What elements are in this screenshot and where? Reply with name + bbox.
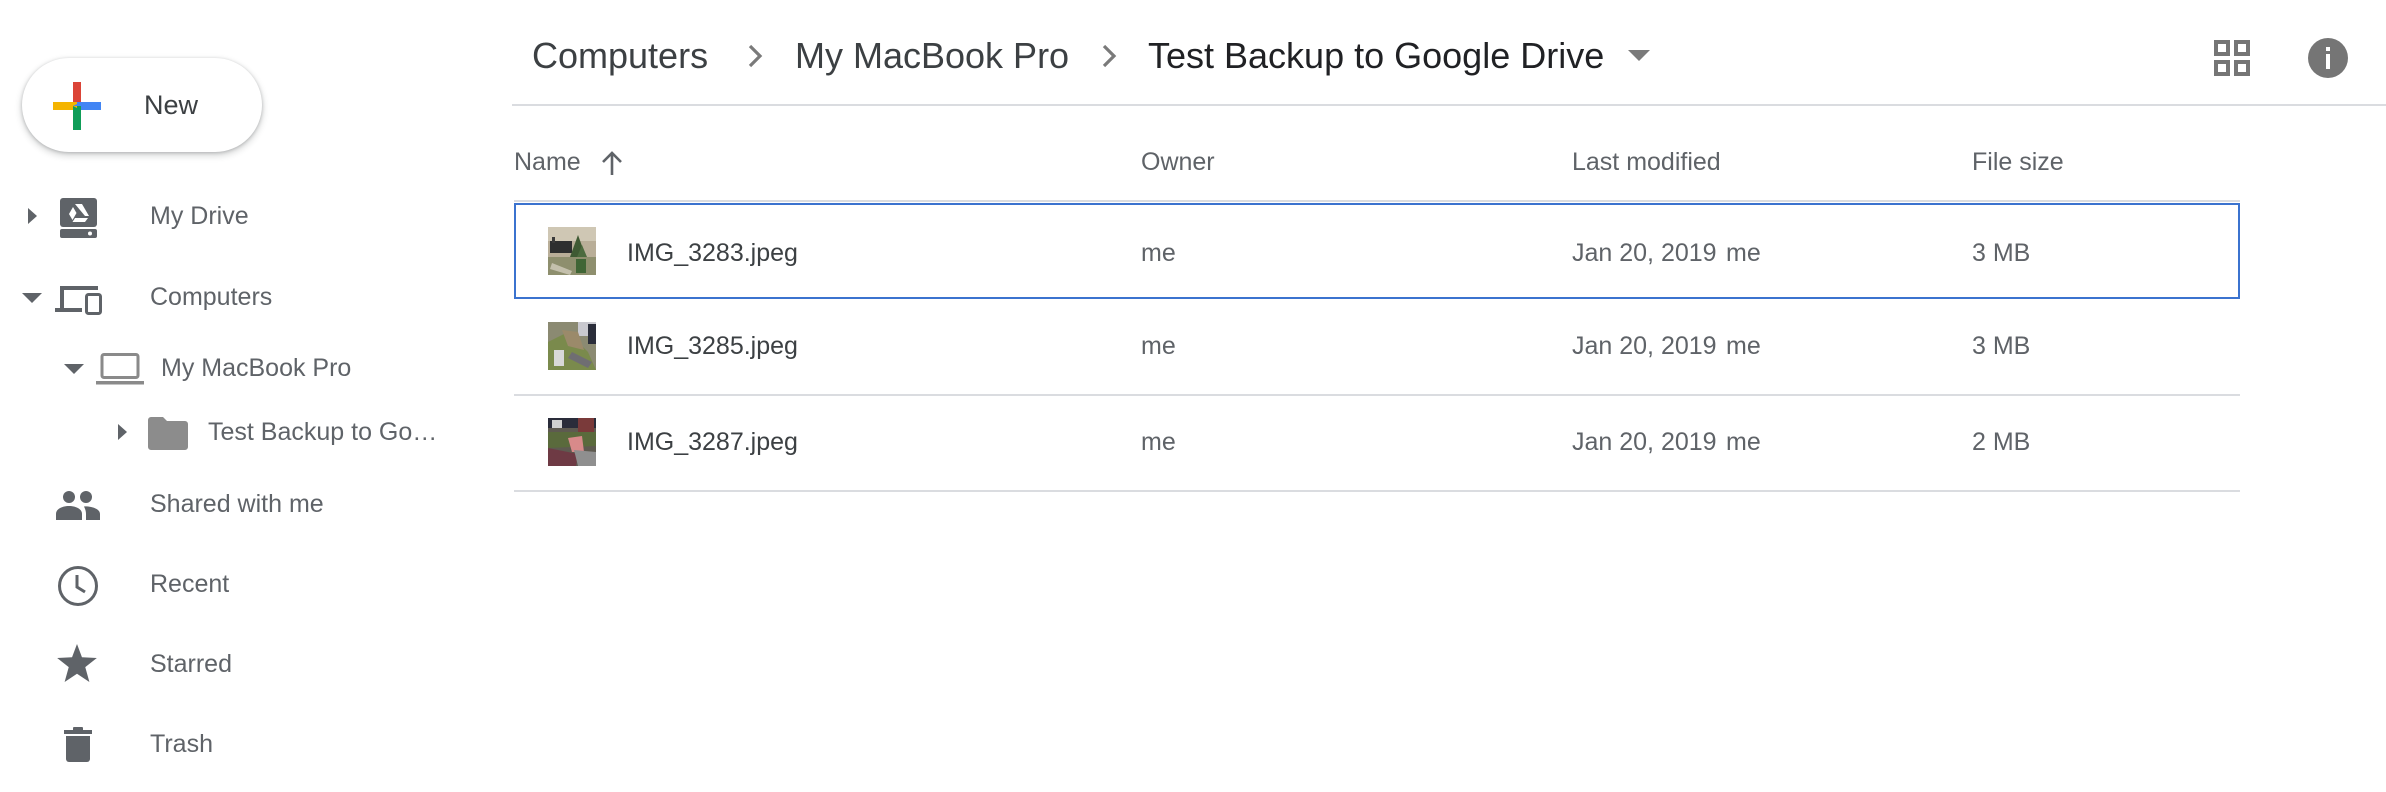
sidebar-item-label: Test Backup to Go… (208, 418, 438, 446)
file-owner: me (1141, 428, 1176, 456)
star-icon (57, 644, 97, 682)
file-owner: me (1141, 332, 1176, 360)
file-name: IMG_3283.jpeg (627, 239, 798, 267)
sidebar-item-label: Shared with me (150, 490, 324, 518)
expand-arrow-icon[interactable] (118, 424, 127, 440)
table-row[interactable]: IMG_3285.jpeg me Jan 20, 2019 me 3 MB (514, 298, 2240, 396)
table-row[interactable]: IMG_3283.jpeg me Jan 20, 2019 me 3 MB (514, 203, 2240, 299)
header-row-divider (514, 200, 2240, 202)
file-modified-date: Jan 20, 2019 (1572, 428, 1717, 456)
file-modified-by: me (1726, 239, 1761, 267)
collapse-arrow-icon[interactable] (22, 293, 42, 303)
breadcrumb-item-my-macbook-pro[interactable]: My MacBook Pro (795, 28, 1069, 84)
grid-view-icon[interactable] (2214, 40, 2250, 76)
chevron-right-icon (1102, 44, 1117, 68)
chevron-right-icon (748, 44, 763, 68)
plus-icon (53, 82, 101, 130)
image-thumbnail (548, 227, 596, 275)
file-name: IMG_3287.jpeg (627, 428, 798, 456)
sidebar-item-label: My MacBook Pro (161, 354, 352, 382)
new-button[interactable]: New (22, 58, 262, 152)
file-size: 2 MB (1972, 428, 2031, 456)
column-header-name[interactable]: Name (514, 140, 581, 184)
sidebar-item-shared-with-me[interactable]: Shared with me (0, 474, 480, 534)
sidebar-item-trash[interactable]: Trash (0, 714, 480, 774)
column-header-owner: Owner (1141, 148, 1215, 176)
column-header-file-size: File size (1972, 148, 2064, 176)
sidebar-item-label: Starred (150, 650, 232, 678)
file-size: 3 MB (1972, 332, 2031, 360)
file-size: 3 MB (1972, 239, 2031, 267)
breadcrumb-item-current-folder[interactable]: Test Backup to Google Drive (1148, 28, 1604, 84)
file-modified-date: Jan 20, 2019 (1572, 332, 1717, 360)
sidebar-item-test-backup-folder[interactable]: Test Backup to Go… (0, 402, 480, 462)
column-header-last-modified[interactable]: Last modified (1572, 140, 1721, 184)
info-icon[interactable] (2308, 38, 2348, 78)
dropdown-caret-icon[interactable] (1628, 50, 1650, 62)
clock-icon (58, 566, 98, 606)
table-row[interactable]: IMG_3287.jpeg me Jan 20, 2019 me 2 MB (514, 394, 2240, 492)
file-modified-by: me (1726, 332, 1761, 360)
image-thumbnail (548, 322, 596, 370)
sidebar-item-label: My Drive (150, 202, 249, 230)
sidebar-item-my-drive[interactable]: My Drive (0, 186, 480, 246)
folder-icon (148, 417, 188, 450)
trash-icon (64, 727, 92, 762)
file-name: IMG_3285.jpeg (627, 332, 798, 360)
collapse-arrow-icon[interactable] (64, 364, 84, 374)
new-button-label: New (144, 90, 199, 120)
sidebar-item-computers[interactable]: Computers (0, 267, 480, 327)
sidebar-item-label: Trash (150, 730, 213, 758)
computers-icon (55, 286, 102, 315)
sort-ascending-icon[interactable] (600, 150, 624, 176)
expand-arrow-icon[interactable] (28, 208, 37, 224)
file-modified-date: Jan 20, 2019 (1572, 239, 1717, 267)
sidebar-item-recent[interactable]: Recent (0, 554, 480, 614)
header-divider (512, 104, 2386, 106)
file-modified-by: me (1726, 428, 1761, 456)
file-owner: me (1141, 239, 1176, 267)
laptop-icon (96, 353, 144, 385)
row-divider (514, 490, 2240, 492)
image-thumbnail (548, 418, 596, 466)
breadcrumb-item-computers[interactable]: Computers (532, 28, 708, 84)
my-drive-icon (60, 198, 97, 238)
sidebar-item-starred[interactable]: Starred (0, 634, 480, 694)
sidebar-item-my-macbook-pro[interactable]: My MacBook Pro (0, 338, 480, 398)
sidebar-item-label: Recent (150, 570, 230, 598)
people-icon (56, 491, 100, 520)
sidebar-item-label: Computers (150, 283, 273, 311)
